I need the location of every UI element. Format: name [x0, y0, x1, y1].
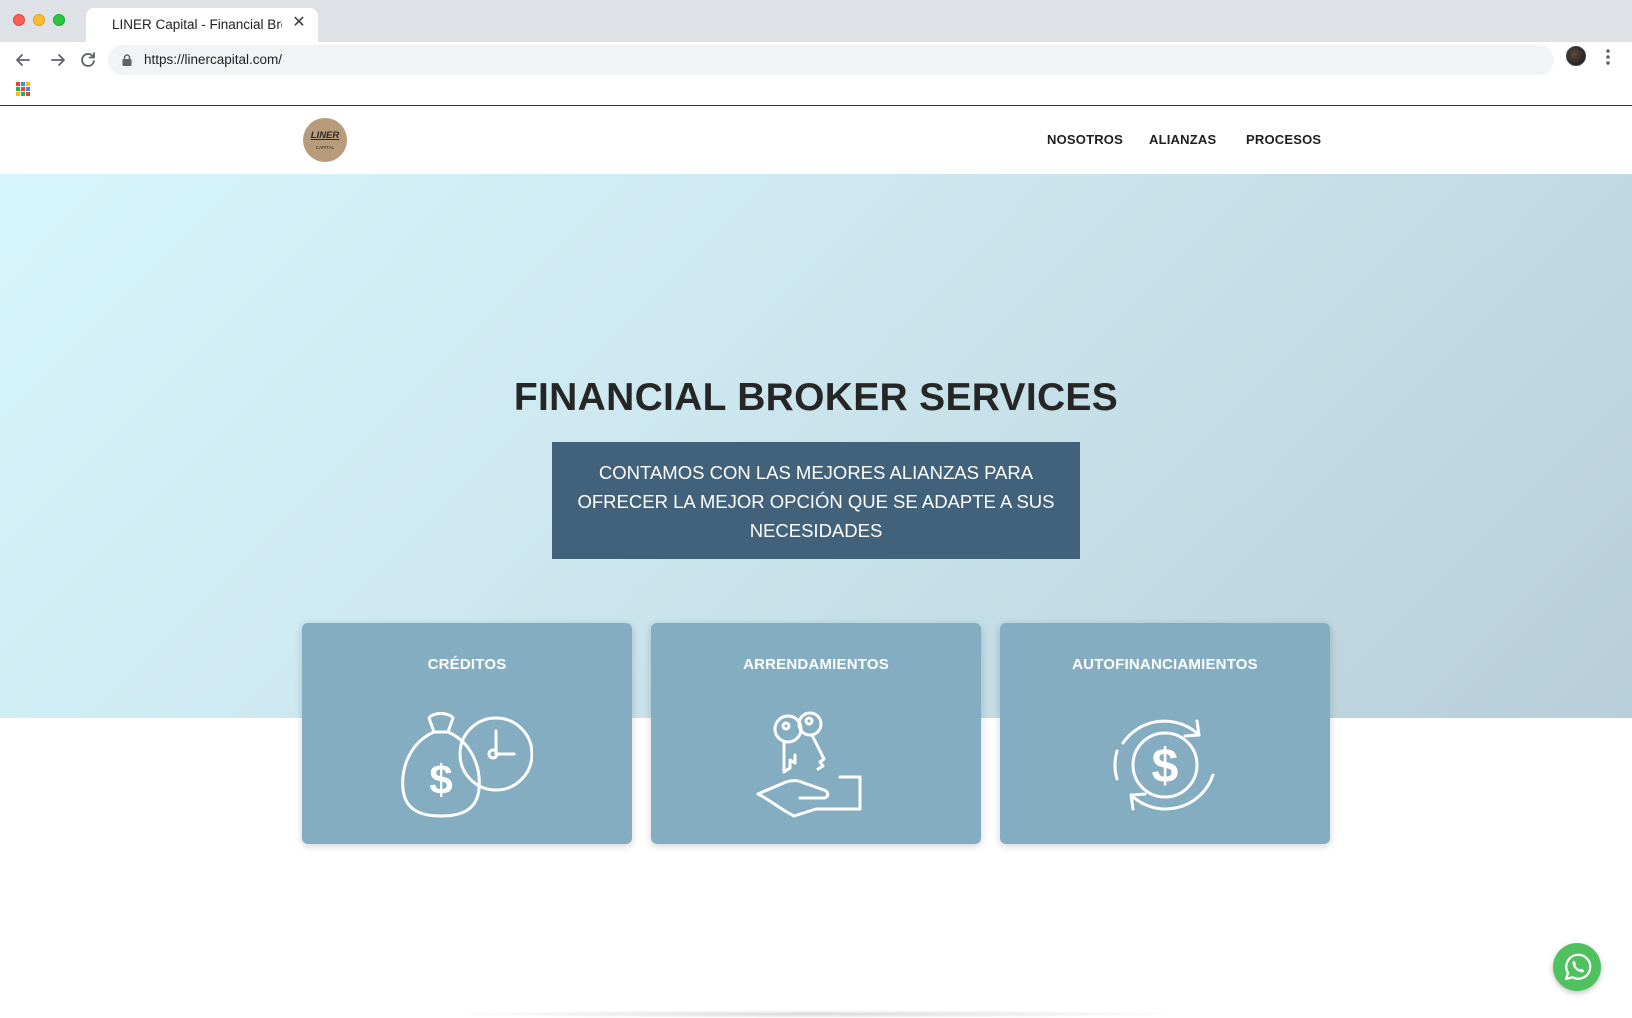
money-bag-clock-icon: $ [401, 712, 533, 818]
address-bar[interactable]: https://linercapital.com/ [108, 45, 1554, 75]
window-close-button[interactable] [13, 14, 25, 26]
svg-text:$: $ [429, 756, 452, 803]
lock-icon [122, 54, 132, 66]
nav-link-alianzas[interactable]: ALIANZAS [1149, 132, 1216, 147]
window-minimize-button[interactable] [33, 14, 45, 26]
card-title: ARRENDAMIENTOS [743, 656, 889, 673]
bookmarks-bar [0, 78, 1632, 106]
url-text: https://linercapital.com/ [144, 52, 283, 67]
dollar-cycle-icon: $ [1113, 719, 1215, 811]
svg-text:$: $ [1152, 740, 1179, 793]
section-shadow [440, 1010, 1190, 1018]
whatsapp-chat-button[interactable] [1553, 943, 1601, 991]
card-arrendamientos[interactable]: ARRENDAMIENTOS [651, 623, 981, 844]
apps-grid-icon[interactable] [16, 82, 30, 96]
window-maximize-button[interactable] [53, 14, 65, 26]
forward-button[interactable] [44, 46, 72, 74]
arrow-right-icon [51, 54, 65, 66]
hero-subtitle-box: CONTAMOS CON LAS MEJORES ALIANZAS PARA O… [552, 442, 1080, 559]
card-title: CRÉDITOS [427, 656, 507, 673]
card-autofinanciamientos[interactable]: AUTOFINANCIAMIENTOS $ [1000, 623, 1330, 844]
nav-link-nosotros[interactable]: NOSOTROS [1047, 132, 1123, 147]
back-button[interactable] [9, 46, 37, 74]
browser-toolbar: https://linercapital.com/ [0, 42, 1632, 78]
nav-link-procesos[interactable]: PROCESOS [1246, 132, 1321, 147]
tab-close-button[interactable]: ✕ [290, 14, 308, 32]
card-creditos[interactable]: CRÉDITOS $ [302, 623, 632, 844]
tab-title: LINER Capital - Financial Brok [112, 17, 282, 32]
keys-hand-icon [756, 711, 862, 818]
hero-subtitle: CONTAMOS CON LAS MEJORES ALIANZAS PARA O… [577, 462, 1055, 541]
browser-chrome: LINER Capital - Financial Brok ✕ https:/… [0, 0, 1632, 106]
whatsapp-icon [1564, 953, 1592, 981]
arrow-left-icon [16, 54, 30, 66]
logo-text: LINER [310, 130, 340, 141]
browser-tab[interactable]: LINER Capital - Financial Brok ✕ [86, 8, 318, 42]
reload-icon [81, 52, 95, 67]
site-header: LINER CAPITAL NOSOTROS ALIANZAS PROCESOS [0, 106, 1632, 174]
logo-subtext: CAPITAL [315, 145, 335, 150]
profile-avatar[interactable] [1566, 46, 1586, 66]
more-vert-icon[interactable] [1600, 44, 1616, 70]
hero-title: FINANCIAL BROKER SERVICES [513, 376, 1119, 419]
site-logo[interactable]: LINER CAPITAL [303, 118, 347, 162]
card-title: AUTOFINANCIAMIENTOS [1072, 656, 1258, 673]
reload-button[interactable] [74, 46, 102, 74]
